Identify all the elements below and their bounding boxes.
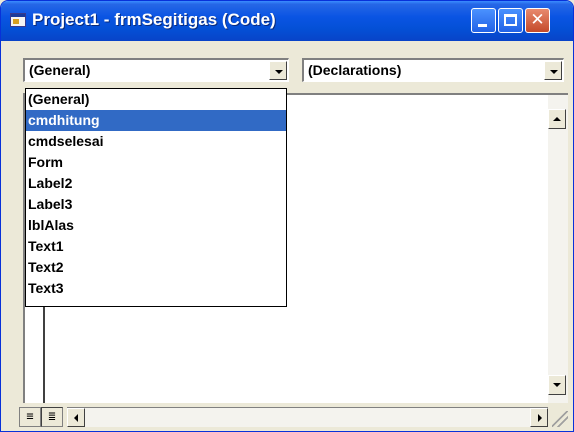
minimize-button[interactable] — [471, 8, 496, 33]
scroll-up-button[interactable] — [548, 109, 566, 129]
scroll-right-button[interactable] — [530, 408, 548, 427]
object-combo[interactable]: (General) — [23, 58, 289, 82]
code-window: Project1 - frmSegitigas (Code) ✕ (Genera… — [0, 0, 574, 432]
minimize-icon — [478, 24, 487, 27]
dropdown-item[interactable]: lblAlas — [26, 215, 286, 236]
close-button[interactable]: ✕ — [525, 8, 550, 33]
resize-grip[interactable] — [552, 411, 568, 427]
object-combo-value: (General) — [29, 62, 91, 78]
procedure-combo[interactable]: (Declarations) — [302, 58, 564, 82]
procedure-combo-value: (Declarations) — [308, 62, 402, 78]
window-title: Project1 - frmSegitigas (Code) — [32, 10, 276, 29]
procedure-view-button[interactable]: ≡ — [19, 407, 41, 427]
dropdown-item[interactable]: Label2 — [26, 173, 286, 194]
dropdown-item[interactable]: Text3 — [26, 278, 286, 299]
maximize-button[interactable] — [498, 8, 523, 33]
maximize-icon — [504, 14, 517, 26]
vertical-scrollbar[interactable] — [548, 93, 568, 407]
dropdown-item[interactable]: cmdhitung — [26, 110, 286, 131]
dropdown-item[interactable]: Label3 — [26, 194, 286, 215]
object-dropdown-list[interactable]: (General) cmdhitung cmdselesai Form Label2 La… — [25, 88, 287, 307]
scroll-down-button[interactable] — [548, 375, 566, 395]
dropdown-item[interactable]: Text2 — [26, 257, 286, 278]
object-combo-dropdown-button[interactable] — [269, 61, 287, 80]
horizontal-scrollbar[interactable] — [67, 407, 548, 427]
dropdown-item[interactable]: Text1 — [26, 236, 286, 257]
code-window-icon[interactable] — [10, 13, 26, 27]
dropdown-item[interactable]: Form — [26, 152, 286, 173]
dropdown-item[interactable]: (General) — [26, 89, 286, 110]
dropdown-item[interactable]: cmdselesai — [26, 131, 286, 152]
close-icon: ✕ — [530, 10, 545, 30]
full-module-view-button[interactable]: ≣ — [41, 407, 63, 427]
scroll-left-button[interactable] — [67, 408, 85, 427]
procedure-combo-dropdown-button[interactable] — [544, 61, 562, 80]
title-bar[interactable]: Project1 - frmSegitigas (Code) ✕ — [1, 1, 573, 41]
